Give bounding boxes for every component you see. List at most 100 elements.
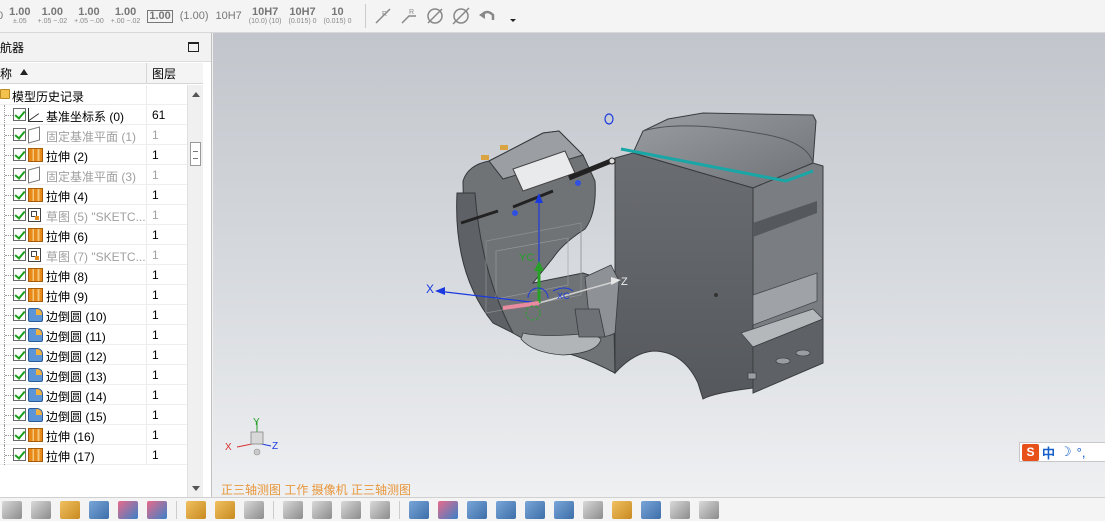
tolerance-style-button-4[interactable]: 1.00	[147, 2, 173, 30]
ime-punctuation-toggle[interactable]: °,	[1077, 445, 1086, 460]
tree-row[interactable]: 边倒圆 (11) 1	[0, 324, 187, 345]
tree-connector	[4, 404, 13, 425]
visibility-checkbox[interactable]	[13, 347, 26, 361]
bottom-tool-icon[interactable]	[438, 500, 458, 519]
bottom-tool-icon[interactable]	[89, 500, 109, 519]
tolerance-style-button-6[interactable]: 10H7	[216, 2, 242, 30]
ime-moon-icon[interactable]: ☽	[1060, 444, 1072, 460]
tree-row[interactable]: 边倒圆 (13) 1	[0, 364, 187, 385]
maximize-icon[interactable]	[188, 42, 199, 52]
tree-row[interactable]: 边倒圆 (10) 1	[0, 304, 187, 325]
dropdown-arrow-icon[interactable]	[502, 5, 524, 27]
undo-arrow-icon[interactable]	[476, 5, 498, 27]
tolerance-style-button-1[interactable]: 1.00 +.05 −.02	[38, 2, 68, 30]
radius-dim-alt-icon[interactable]: R	[398, 5, 420, 27]
visibility-checkbox[interactable]	[13, 127, 26, 141]
visibility-checkbox[interactable]	[13, 327, 26, 341]
tree-vertical-scrollbar[interactable]	[187, 85, 203, 497]
ime-logo-icon[interactable]: S	[1022, 443, 1039, 461]
extrude-feature-icon	[28, 227, 43, 242]
tree-root-model-history[interactable]: 模型历史记录	[0, 85, 187, 105]
bottom-tool-icon[interactable]	[554, 500, 574, 519]
bottom-tool-icon[interactable]	[699, 500, 719, 519]
feature-label: 拉伸 (2)	[46, 149, 89, 164]
bottom-tool-icon[interactable]	[496, 500, 516, 519]
bottom-tool-icon[interactable]	[283, 500, 303, 519]
tree-row[interactable]: 拉伸 (4) 1	[0, 184, 187, 205]
scroll-thumb[interactable]	[190, 142, 201, 166]
no-symbol-alt-icon[interactable]	[450, 5, 472, 27]
visibility-checkbox[interactable]	[13, 267, 26, 281]
ime-language-toggle[interactable]: 中	[1042, 443, 1055, 462]
visibility-checkbox[interactable]	[13, 247, 26, 261]
tolerance-style-button-9[interactable]: 10 (0.015) 0	[324, 2, 352, 30]
scroll-down-icon[interactable]	[192, 486, 200, 491]
tolerance-style-button-5[interactable]: (1.00)	[180, 2, 209, 30]
model-graphics[interactable]: X YC Z XC Y X Z	[213, 33, 1105, 497]
column-name-header[interactable]: 名称	[0, 63, 147, 83]
bottom-tool-icon[interactable]	[147, 500, 167, 519]
graphics-viewport[interactable]: X YC Z XC Y X Z S 中 ☽ °, 正三轴测图 工作 摄像机 正三…	[213, 33, 1105, 497]
bottom-tool-icon[interactable]	[467, 500, 487, 519]
tree-row[interactable]: 草图 (5) "SKETC... 1	[0, 204, 187, 225]
tree-row[interactable]: 拉伸 (16) 1	[0, 424, 187, 445]
visibility-checkbox[interactable]	[13, 227, 26, 241]
bottom-tool-icon[interactable]	[525, 500, 545, 519]
visibility-checkbox[interactable]	[13, 427, 26, 441]
bottom-tool-icon[interactable]	[612, 500, 632, 519]
bottom-tool-icon[interactable]	[60, 500, 80, 519]
bottom-tool-icon[interactable]	[244, 500, 264, 519]
bottom-tool-icon[interactable]	[641, 500, 661, 519]
scroll-up-icon[interactable]	[192, 92, 200, 97]
tree-connector	[4, 124, 13, 145]
tolerance-style-button-2[interactable]: 1.00 +.05 −.00	[74, 2, 104, 30]
visibility-checkbox[interactable]	[13, 287, 26, 301]
visibility-checkbox[interactable]	[13, 407, 26, 421]
visibility-checkbox[interactable]	[13, 187, 26, 201]
bottom-tool-icon[interactable]	[31, 500, 51, 519]
bottom-tool-icon[interactable]	[215, 500, 235, 519]
tree-row[interactable]: 拉伸 (17) 1	[0, 444, 187, 465]
tree-row[interactable]: 基准坐标系 (0) 61	[0, 104, 187, 125]
bottom-tool-icon[interactable]	[583, 500, 603, 519]
bottom-tool-icon[interactable]	[341, 500, 361, 519]
bottom-tool-icon[interactable]	[186, 500, 206, 519]
tree-row[interactable]: 固定基准平面 (3) 1	[0, 164, 187, 185]
column-layer-header[interactable]: 图层	[147, 63, 203, 83]
no-symbol-icon[interactable]	[424, 5, 446, 27]
tree-row[interactable]: 拉伸 (2) 1	[0, 144, 187, 165]
bottom-tool-icon[interactable]	[2, 500, 22, 519]
tree-row[interactable]: 固定基准平面 (1) 1	[0, 124, 187, 145]
radius-dim-icon[interactable]: R	[372, 5, 394, 27]
blend-feature-icon	[28, 407, 43, 422]
tree-row[interactable]: 边倒圆 (12) 1	[0, 344, 187, 365]
tree-row[interactable]: 拉伸 (6) 1	[0, 224, 187, 245]
visibility-checkbox[interactable]	[13, 307, 26, 321]
tolerance-style-button-7[interactable]: 10H7 (10.0) (10)	[249, 2, 282, 30]
tolerance-style-button-3[interactable]: 1.00 +.00 −.02	[111, 2, 141, 30]
visibility-checkbox[interactable]	[13, 147, 26, 161]
rear-cab-block[interactable]	[614, 112, 824, 400]
bottom-tool-icon[interactable]	[670, 500, 690, 519]
tree-row[interactable]: 边倒圆 (14) 1	[0, 384, 187, 405]
bottom-tool-icon[interactable]	[370, 500, 390, 519]
visibility-checkbox[interactable]	[13, 447, 26, 461]
tree-row[interactable]: 拉伸 (8) 1	[0, 264, 187, 285]
extrude-feature-icon	[28, 147, 43, 162]
visibility-checkbox[interactable]	[13, 387, 26, 401]
visibility-checkbox[interactable]	[13, 107, 26, 121]
visibility-checkbox[interactable]	[13, 167, 26, 181]
view-triad[interactable]: Y X Z	[225, 417, 278, 456]
bottom-tool-icon[interactable]	[409, 500, 429, 519]
tolerance-style-button-0[interactable]: 1.00 ±.05	[9, 2, 30, 30]
front-seat-frame[interactable]	[456, 130, 620, 374]
ime-status-bar[interactable]: S 中 ☽ °,	[1019, 442, 1105, 462]
visibility-checkbox[interactable]	[13, 367, 26, 381]
tree-row[interactable]: 拉伸 (9) 1	[0, 284, 187, 305]
bottom-tool-icon[interactable]	[312, 500, 332, 519]
tolerance-style-button-8[interactable]: 10H7 (0.015) 0	[288, 2, 316, 30]
visibility-checkbox[interactable]	[13, 207, 26, 221]
tree-row[interactable]: 边倒圆 (15) 1	[0, 404, 187, 425]
tree-row[interactable]: 草图 (7) "SKETC... 1	[0, 244, 187, 265]
bottom-tool-icon[interactable]	[118, 500, 138, 519]
